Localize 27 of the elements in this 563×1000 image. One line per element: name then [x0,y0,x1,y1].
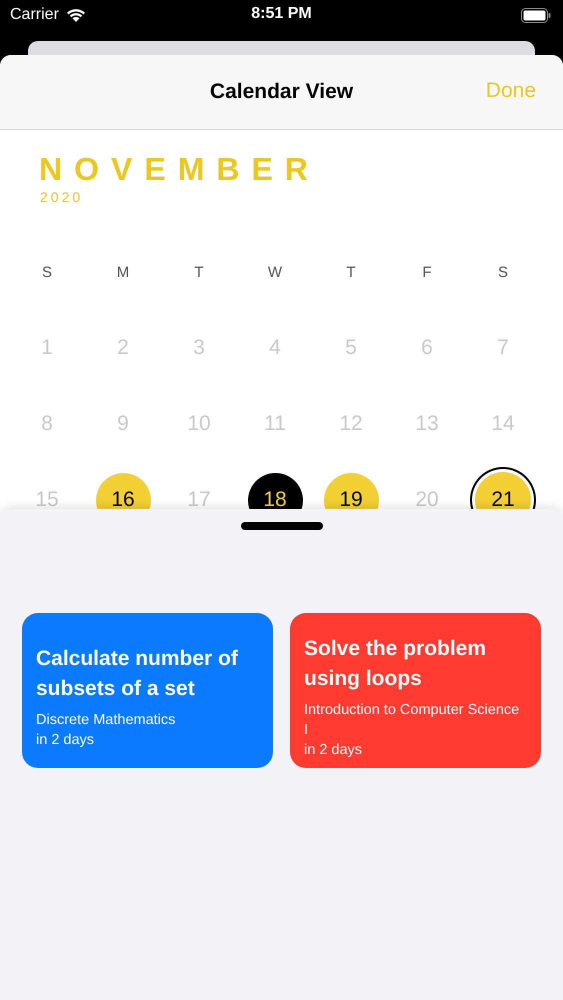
task-title: Calculate number of subsets of a set [36,646,239,702]
task-title: Solve the problem using loops [304,636,488,692]
weekday-label: T [194,264,204,280]
nav-title: Calendar View [210,80,354,104]
year-label: 2020 [39,188,84,206]
day-cell[interactable]: 21 [475,472,531,509]
day-cell[interactable]: 16 [96,472,150,509]
weekday-label: W [268,264,282,280]
done-button[interactable]: Done [486,79,536,103]
course-name: Discrete Mathematics [36,710,176,730]
weekday-label: T [346,264,356,280]
task-card[interactable]: Solve the problem using loops Introduction to Computer Science I in 2 days [290,613,541,768]
task-card[interactable]: Calculate number of subsets of a set Discrete Mathematics in 2 days [22,613,273,768]
carrier-name: Carrier [10,6,59,24]
due-label: in 2 days [36,730,96,750]
clock-time: 8:51 PM [251,5,312,23]
day-cell[interactable]: 18 [248,472,302,509]
drag-handle[interactable] [240,522,322,530]
weekday-label: M [116,264,130,280]
day-cell[interactable]: 19 [324,472,378,509]
weekday-label: S [498,264,508,280]
weekday-label: F [422,264,432,280]
due-label: in 2 days [304,740,364,760]
weekday-label: S [42,264,52,280]
battery-icon [521,8,551,23]
wifi-icon [64,7,87,23]
month-title: NOVEMBER [38,150,320,188]
